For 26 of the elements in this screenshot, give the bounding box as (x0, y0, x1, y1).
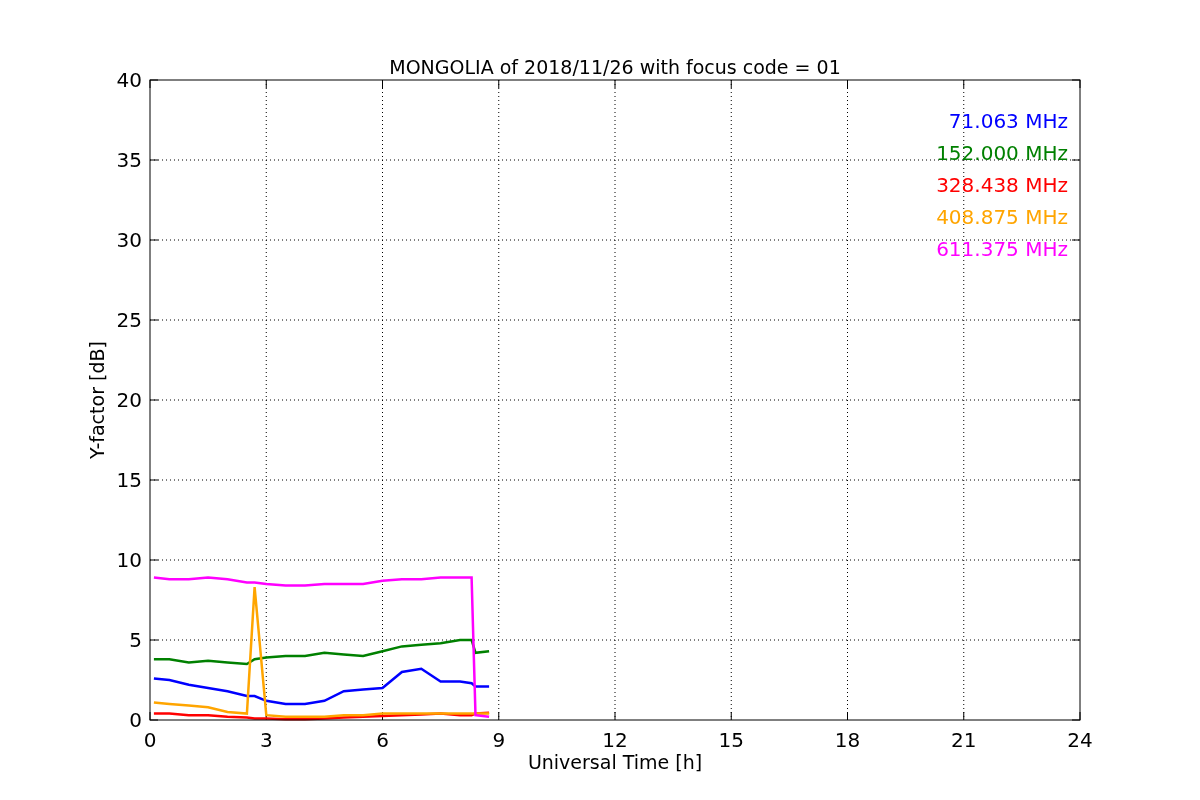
tick-label: 10 (116, 548, 142, 572)
tick-label: 15 (718, 728, 744, 752)
legend-label: 408.875 MHz (936, 205, 1068, 229)
tick-label: 15 (116, 468, 142, 492)
tick-label: 18 (834, 728, 861, 752)
tick-label: 0 (129, 708, 142, 732)
tick-label: 3 (259, 728, 273, 752)
tick-label: 9 (492, 728, 506, 752)
legend-label: 152.000 MHz (936, 141, 1068, 165)
legend-label: 328.438 MHz (936, 173, 1068, 197)
tick-label: 40 (116, 68, 142, 92)
legend-label: 611.375 MHz (936, 237, 1068, 261)
chart-title: MONGOLIA of 2018/11/26 with focus code = 01 (389, 56, 841, 78)
tick-label: 25 (116, 308, 142, 332)
tick-label: 0 (143, 728, 157, 752)
tick-label: 24 (1067, 728, 1093, 752)
tick-label: 20 (116, 388, 142, 412)
tick-label: 12 (602, 728, 628, 752)
tick-label: 30 (116, 228, 142, 252)
legend-label: 71.063 MHz (948, 109, 1068, 133)
axis-label: Universal Time [h] (527, 751, 703, 773)
tick-label: 6 (376, 728, 389, 752)
axis-label: Y-factor [dB] (86, 341, 108, 459)
tick-label: 35 (116, 148, 142, 172)
tick-label: 5 (129, 628, 142, 652)
tick-label: 21 (951, 728, 977, 752)
